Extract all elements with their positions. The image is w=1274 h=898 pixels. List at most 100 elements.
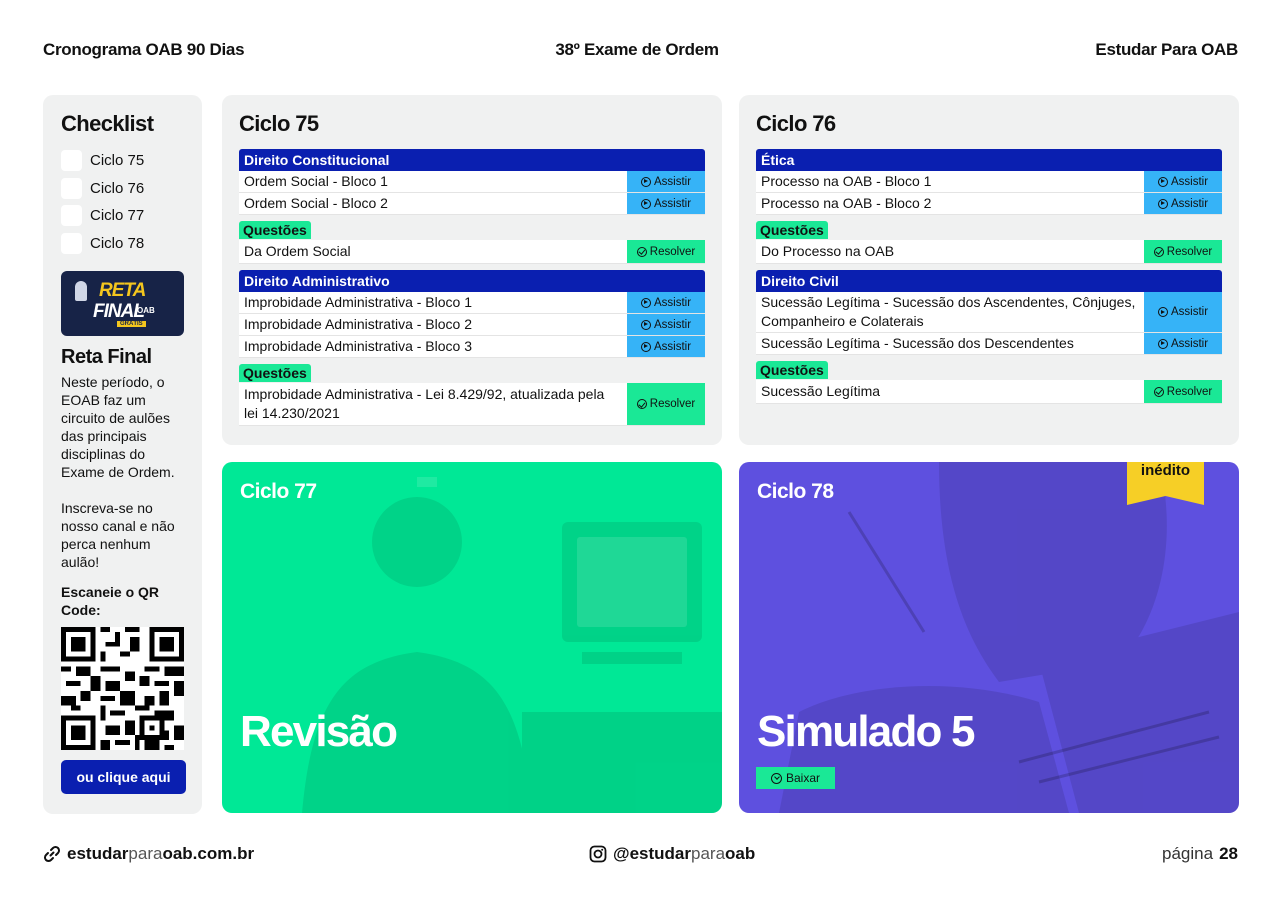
student-photo (302, 477, 722, 813)
page-number: página 28 (1162, 844, 1238, 864)
resolver-button[interactable]: Resolver (1144, 380, 1222, 403)
checkbox[interactable] (61, 177, 82, 199)
checklist-label: Ciclo 75 (90, 152, 145, 170)
button-label: Resolver (649, 398, 696, 410)
cycle-title: Ciclo 76 (756, 111, 836, 136)
button-label: Assistir (653, 197, 692, 210)
resolver-button[interactable]: Resolver (1144, 240, 1222, 263)
check-circle-icon (1153, 246, 1164, 257)
resolver-button[interactable]: Resolver (627, 240, 705, 263)
play-icon (640, 341, 651, 352)
button-label: Resolver (1166, 245, 1213, 258)
assistir-button[interactable]: Assistir (627, 314, 705, 335)
scan-label: Escaneie o QR Code: (61, 584, 160, 618)
question-row: Do Processo na OAB Resolver (756, 240, 1222, 264)
assistir-button[interactable]: Assistir (627, 171, 705, 192)
questoes-tag: Questões (756, 361, 828, 379)
checklist-label: Ciclo 78 (90, 234, 145, 252)
lesson-title: Processo na OAB - Bloco 2 (761, 195, 932, 211)
brand-title: Estudar Para OAB (1095, 40, 1238, 59)
question-title: Da Ordem Social (244, 243, 351, 259)
baixar-button[interactable]: Baixar (756, 767, 835, 789)
insta-part-1: @estudar (613, 844, 691, 863)
button-label: Resolver (649, 245, 696, 258)
play-icon (1157, 307, 1168, 317)
assistir-button[interactable]: Assistir (1144, 171, 1222, 192)
checklist-title: Checklist (61, 111, 154, 136)
lesson-row: Processo na OAB - Bloco 2 Assistir (756, 193, 1222, 215)
resolver-button[interactable]: Resolver (627, 383, 705, 425)
cycle-title: Ciclo 75 (239, 111, 319, 136)
subject-header: Direito Administrativo (239, 270, 705, 292)
assistir-button[interactable]: Assistir (1144, 292, 1222, 332)
lesson-row: Improbidade Administrativa - Bloco 3 Ass… (239, 336, 705, 358)
inedito-label: inédito (1140, 462, 1191, 479)
lesson-title: Ordem Social - Bloco 1 (244, 173, 388, 189)
check-circle-icon (636, 246, 647, 257)
questoes-tag: Questões (239, 221, 311, 239)
lesson-row: Processo na OAB - Bloco 1 Assistir (756, 171, 1222, 193)
checkbox[interactable] (61, 232, 82, 254)
play-icon (640, 198, 651, 209)
banner-line1: RETA (99, 280, 146, 301)
rocket-icon (75, 281, 87, 301)
checklist-item[interactable]: Ciclo 78 (61, 230, 184, 258)
ciclo-77-card[interactable]: Ciclo 77 Revisão (222, 462, 722, 813)
question-title: Improbidade Administrativa - Lei 8.429/9… (244, 386, 605, 421)
download-icon (770, 772, 782, 784)
footer-website[interactable]: estudarparaoab.com.br (43, 844, 254, 864)
exam-title: 38º Exame de Ordem (555, 40, 719, 59)
checklist-item[interactable]: Ciclo 75 (61, 147, 184, 175)
footer-instagram[interactable]: @estudarparaoab (589, 844, 755, 864)
lesson-row: Ordem Social - Bloco 2 Assistir (239, 193, 705, 215)
cycle-headline: Simulado 5 (757, 707, 976, 756)
play-icon (1157, 176, 1168, 187)
assistir-button[interactable]: Assistir (627, 193, 705, 214)
button-label: Assistir (1170, 306, 1209, 318)
lesson-row: Ordem Social - Bloco 1 Assistir (239, 171, 705, 193)
ciclo-76-card: Ciclo 76 Ética Processo na OAB - Bloco 1… (739, 95, 1239, 445)
checkbox[interactable] (61, 205, 82, 227)
inedito-ribbon: inédito (1127, 462, 1204, 507)
instagram-icon (589, 845, 607, 863)
question-row: Da Ordem Social Resolver (239, 240, 705, 264)
check-circle-icon (1153, 386, 1164, 397)
questoes-tag: Questões (756, 221, 828, 239)
link-icon (43, 845, 61, 863)
insta-part-2: para (691, 844, 726, 863)
lesson-title: Processo na OAB - Bloco 1 (761, 173, 932, 189)
check-circle-icon (636, 399, 647, 409)
banner-line3: OAB (137, 306, 155, 315)
checkbox[interactable] (61, 150, 82, 172)
lesson-title: Improbidade Administrativa - Bloco 1 (244, 294, 472, 310)
page-num: 28 (1219, 844, 1238, 863)
cycle-title: Ciclo 78 (757, 480, 834, 503)
checklist-item[interactable]: Ciclo 77 (61, 202, 184, 230)
insta-part-3: oab (725, 844, 756, 863)
assistir-button[interactable]: Assistir (627, 336, 705, 357)
assistir-button[interactable]: Assistir (1144, 193, 1222, 214)
button-label: Assistir (653, 296, 692, 309)
banner-badge: GRÁTIS (117, 321, 146, 327)
click-here-button[interactable]: ou clique aqui (61, 760, 186, 794)
play-icon (640, 176, 651, 187)
lesson-title: Sucessão Legítima - Sucessão dos Ascende… (761, 294, 1136, 329)
checklist-item[interactable]: Ciclo 76 (61, 175, 184, 203)
promo-text: Neste período, o EOAB faz um circuito de… (61, 374, 175, 480)
question-row: Sucessão Legítima Resolver (756, 380, 1222, 404)
button-label: Assistir (653, 340, 692, 353)
qr-code[interactable] (61, 627, 184, 750)
lesson-title: Improbidade Administrativa - Bloco 2 (244, 316, 472, 332)
reta-final-banner[interactable]: RETA FINAL OAB GRÁTIS (61, 271, 184, 336)
site-part-1: estudar (67, 844, 129, 863)
lesson-row: Sucessão Legítima - Sucessão dos Descend… (756, 333, 1222, 355)
ciclo-78-card[interactable]: Ciclo 78 Simulado 5 Baixar inédito (739, 462, 1239, 813)
cycle-title: Ciclo 77 (240, 480, 317, 503)
assistir-button[interactable]: Assistir (1144, 333, 1222, 354)
subject-header: Direito Constitucional (239, 149, 705, 171)
question-title: Do Processo na OAB (761, 243, 895, 259)
promo-text-2: Inscreva-se no nosso canal e não perca n… (61, 500, 175, 570)
lesson-title: Ordem Social - Bloco 2 (244, 195, 388, 211)
assistir-button[interactable]: Assistir (627, 292, 705, 313)
checklist-label: Ciclo 76 (90, 179, 145, 197)
